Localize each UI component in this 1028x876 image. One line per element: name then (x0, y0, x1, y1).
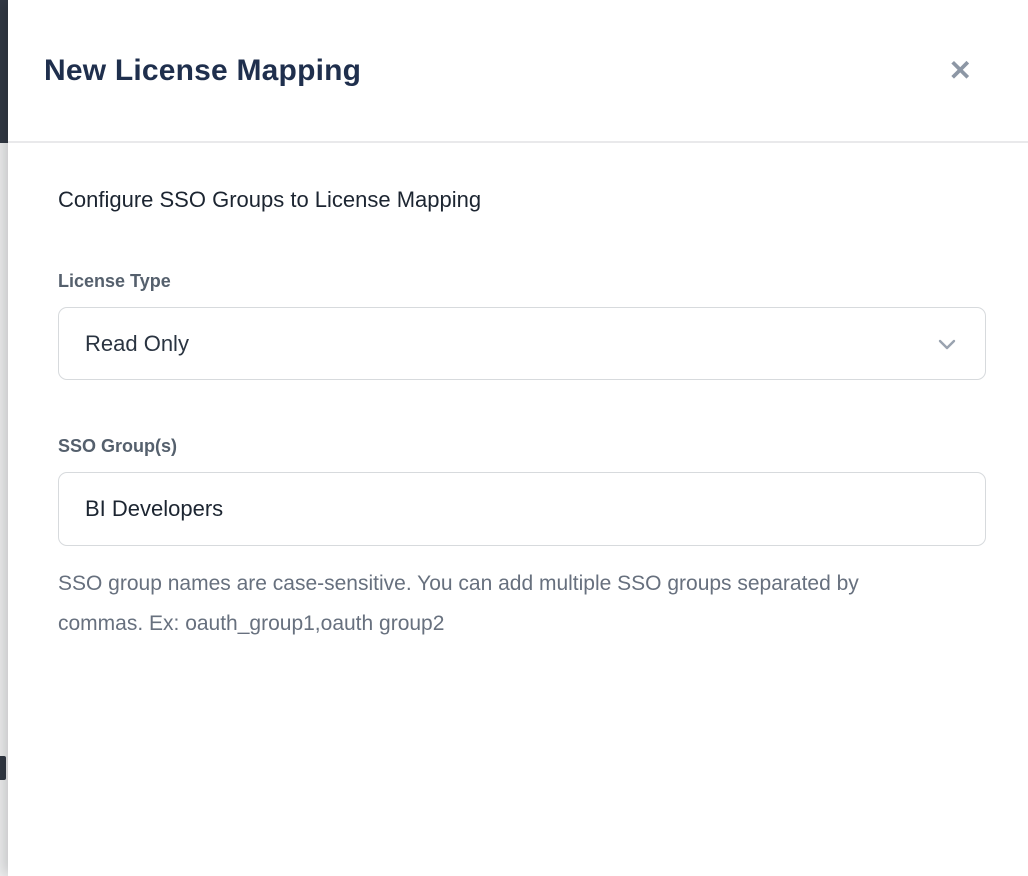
backdrop-mark (0, 756, 6, 780)
license-type-select[interactable]: Read Only (58, 307, 986, 380)
page-backdrop (0, 0, 8, 876)
close-button[interactable]: ✕ (943, 51, 978, 91)
sso-groups-helper-text: SSO group names are case-sensitive. You … (58, 564, 908, 644)
backdrop-dark-segment (0, 0, 8, 143)
modal-subtitle: Configure SSO Groups to License Mapping (58, 187, 978, 213)
sso-groups-label: SSO Group(s) (58, 436, 978, 457)
close-icon: ✕ (949, 55, 972, 86)
modal-header: New License Mapping ✕ (8, 0, 1028, 143)
license-type-selected-value: Read Only (85, 331, 189, 357)
sso-groups-input[interactable] (58, 472, 986, 546)
license-type-label: License Type (58, 271, 978, 292)
modal-title: New License Mapping (44, 54, 361, 88)
chevron-down-icon (935, 332, 959, 356)
modal-body: Configure SSO Groups to License Mapping … (8, 143, 1028, 644)
new-license-mapping-modal: New License Mapping ✕ Configure SSO Grou… (8, 0, 1028, 876)
